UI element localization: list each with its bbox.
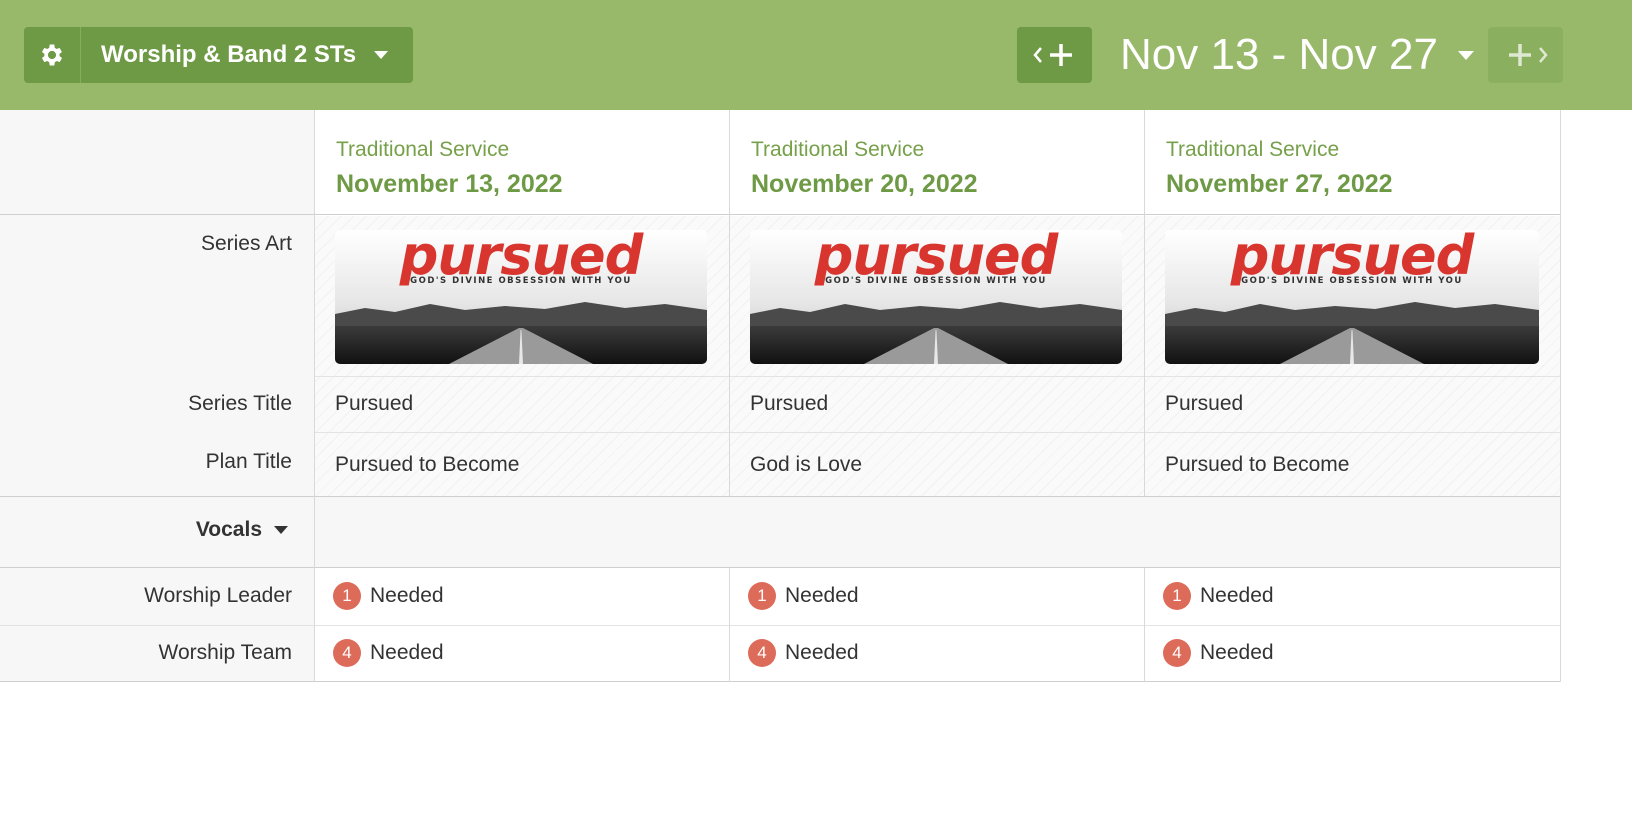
service-type: Traditional Service: [336, 138, 510, 161]
series-title-value[interactable]: Pursued: [1165, 392, 1243, 416]
add-next-week-icon: [1508, 44, 1548, 66]
row-label-worship-team: Worship Team: [158, 641, 292, 664]
vocals-toggle[interactable]: Vocals: [0, 518, 314, 542]
service-type: Traditional Service: [751, 138, 925, 161]
service-type: Traditional Service: [1166, 138, 1340, 161]
row-label-plan-title: Plan Title: [205, 450, 292, 473]
header-corner: [0, 110, 314, 215]
chevron-down-icon: [1457, 50, 1474, 60]
chevron-down-icon: [274, 526, 288, 534]
grid-divider: [1144, 568, 1145, 682]
chevron-down-icon: [374, 51, 389, 59]
worship-leader-needed[interactable]: 1 Needed: [1163, 582, 1274, 610]
plan-header[interactable]: Traditional Service November 27, 2022: [1145, 110, 1560, 215]
needed-status: Needed: [370, 584, 444, 607]
grid-divider: [314, 110, 315, 682]
plan-title-value[interactable]: Pursued to Become: [335, 453, 519, 477]
plan-header[interactable]: Traditional Service November 20, 2022: [730, 110, 1144, 215]
series-art-image[interactable]: pursued GOD'S DIVINE OBSESSION WITH YOU: [335, 230, 707, 364]
grid-divider: [0, 681, 1560, 682]
row-label-series-art: Series Art: [200, 232, 292, 255]
needed-count-badge: 4: [1163, 639, 1191, 667]
worship-leader-needed[interactable]: 1 Needed: [333, 582, 444, 610]
series-art-image[interactable]: pursued GOD'S DIVINE OBSESSION WITH YOU: [750, 230, 1122, 364]
needed-status: Needed: [370, 641, 444, 664]
plan-title-value[interactable]: Pursued to Become: [1165, 453, 1349, 477]
vocals-label: Vocals: [195, 518, 262, 541]
worship-leader-needed[interactable]: 1 Needed: [748, 582, 859, 610]
add-next-week-button[interactable]: [1488, 27, 1563, 83]
needed-status: Needed: [1200, 641, 1274, 664]
date-range-picker[interactable]: Nov 13 - Nov 27: [1120, 27, 1474, 83]
grid-divider: [0, 214, 1560, 215]
settings-button[interactable]: [24, 27, 81, 83]
add-previous-week-icon: [1032, 44, 1072, 66]
needed-status: Needed: [785, 584, 859, 607]
gear-icon: [41, 44, 63, 66]
date-range-label: Nov 13 - Nov 27: [1120, 30, 1438, 79]
plan-date[interactable]: November 13, 2022: [336, 170, 563, 199]
needed-status: Needed: [785, 641, 859, 664]
grid-divider: [0, 567, 1560, 568]
needed-count-badge: 1: [333, 582, 361, 610]
series-art-image[interactable]: pursued GOD'S DIVINE OBSESSION WITH YOU: [1165, 230, 1539, 364]
series-title-value[interactable]: Pursued: [335, 392, 413, 416]
worship-team-needed[interactable]: 4 Needed: [333, 639, 444, 667]
grid-divider: [729, 110, 730, 496]
add-previous-week-button[interactable]: [1017, 27, 1092, 83]
plan-header[interactable]: Traditional Service November 13, 2022: [315, 110, 729, 215]
grid-divider: [315, 432, 1560, 433]
team-picker: Worship & Band 2 STs: [24, 27, 413, 83]
grid-divider: [0, 496, 1560, 497]
grid-divider: [315, 376, 1560, 377]
row-label-worship-leader: Worship Leader: [144, 584, 292, 607]
worship-team-needed[interactable]: 4 Needed: [748, 639, 859, 667]
team-name: Worship & Band 2 STs: [101, 41, 357, 68]
plan-date[interactable]: November 27, 2022: [1166, 170, 1393, 199]
needed-status: Needed: [1200, 584, 1274, 607]
needed-count-badge: 4: [333, 639, 361, 667]
needed-count-badge: 4: [748, 639, 776, 667]
needed-count-badge: 1: [748, 582, 776, 610]
series-art-tagline: GOD'S DIVINE OBSESSION WITH YOU: [825, 276, 1047, 286]
worship-team-needed[interactable]: 4 Needed: [1163, 639, 1274, 667]
series-art-tagline: GOD'S DIVINE OBSESSION WITH YOU: [1241, 276, 1463, 286]
series-art-tagline: GOD'S DIVINE OBSESSION WITH YOU: [410, 276, 632, 286]
plan-title-value[interactable]: God is Love: [750, 453, 862, 477]
grid-divider: [1144, 110, 1145, 496]
grid-divider: [729, 568, 730, 682]
grid-divider: [1560, 110, 1561, 682]
row-label-series-title: Series Title: [188, 392, 292, 415]
series-title-value[interactable]: Pursued: [750, 392, 828, 416]
needed-count-badge: 1: [1163, 582, 1191, 610]
grid-divider: [0, 625, 1560, 626]
team-select-button[interactable]: Worship & Band 2 STs: [81, 27, 413, 83]
header-bar: Worship & Band 2 STs Nov 13 - Nov 27: [0, 0, 1632, 110]
plan-date[interactable]: November 20, 2022: [751, 170, 978, 199]
